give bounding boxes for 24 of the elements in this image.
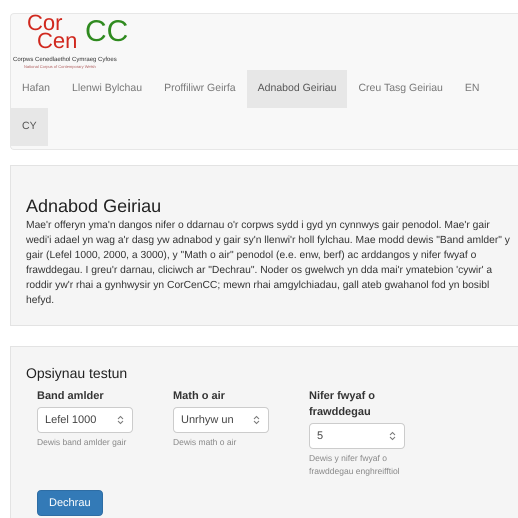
logo-text: CC	[85, 16, 128, 48]
nav-link[interactable]: Adnabod Geiriau	[246, 70, 348, 108]
help-text: Dewis math o air	[173, 436, 238, 449]
help-text: Dewis band amlder gair	[37, 436, 128, 449]
select-field[interactable]: 5	[309, 423, 405, 449]
options-title: Opsiynau testun	[26, 364, 128, 382]
intro-text: Mae'r offeryn yma'n dangos nifer o ddarnau o'r corpws sydd i gyd yn cynnwys gair penodol. Mae'r gair wedi'i adael yn wag a'r dasg yw adnabod y gair sy'n llenwi'r holl fylchau. Mae modd dewis "Band amlder" y gair (Lefel 1000, 2000, a 3000), y "Math o air" penodol (e.e. enw, berf) ac arddangos y nifer fwyaf o frawddegau. I greu'r darnau, cliciwch ar "Dechrau". Noder os gwelwch yn dda mai'r ymatebion 'cywir' a roddir yw'r rhai a gynhwysir yn CorCenCC; mewn rhai amgylchiadau, gall ateb gwahanol fod yn bosibl hefyd.	[26, 219, 511, 308]
select-caret-icon	[389, 431, 396, 441]
nav-link[interactable]: EN	[454, 70, 490, 108]
nav-link[interactable]: Proffiliwr Geirfa	[153, 70, 247, 108]
nav-link[interactable]: Hafan	[11, 70, 62, 108]
help-text: Dewis y nifer fwyaf o frawddegau enghreifftiol	[309, 452, 401, 478]
select-caret-icon	[253, 415, 260, 425]
field-label: Math o air	[173, 389, 226, 404]
nav-link[interactable]: CY	[11, 108, 48, 146]
select-field[interactable]: Unrhyw un	[173, 407, 269, 433]
select-caret-icon	[117, 415, 124, 425]
nav-link[interactable]: Llenwi Bylchau	[61, 70, 154, 108]
field-label: Nifer fwyaf o frawddegau	[309, 389, 376, 420]
page-title: Adnabod Geiriau	[26, 196, 162, 217]
nav-link[interactable]: Creu Tasg Geiriau	[347, 70, 454, 108]
field-label: Band amlder	[37, 389, 105, 404]
select-field[interactable]: Lefel 1000	[37, 407, 133, 433]
start-button[interactable]: Dechrau	[37, 490, 103, 516]
